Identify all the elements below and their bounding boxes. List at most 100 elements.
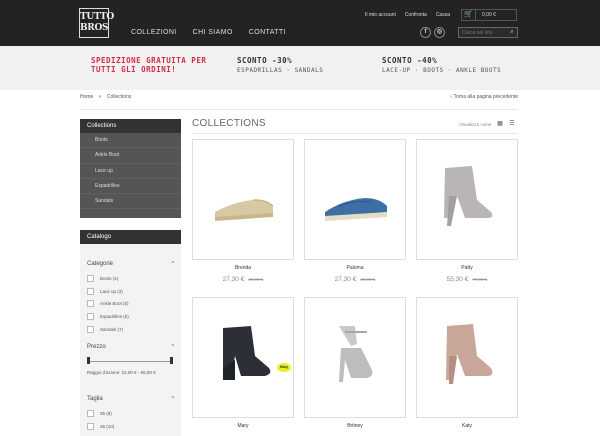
product-badge: Mary xyxy=(277,363,291,372)
current-price: 27,30 € xyxy=(222,276,245,283)
categories-collapse-icon[interactable]: ^ xyxy=(172,261,174,267)
checkbox[interactable] xyxy=(87,326,94,333)
discount-30-subtitle: ESPADRILLAS · SANDALS xyxy=(237,67,324,74)
checkbox[interactable] xyxy=(87,288,94,295)
breadcrumb-separator: » xyxy=(98,94,102,100)
checkbox[interactable] xyxy=(87,410,94,417)
category-filter-sandals[interactable]: Sandals (7) xyxy=(87,326,123,333)
facebook-icon[interactable]: f xyxy=(420,27,431,38)
search-input[interactable] xyxy=(459,29,507,36)
product-image-wedge-black xyxy=(223,326,271,380)
size-filter-36[interactable]: 36 (10) xyxy=(87,423,114,430)
product-price: 27,30 €39,00 € xyxy=(304,276,406,283)
social-links: f ◎ xyxy=(420,27,445,38)
collections-heading: Collections xyxy=(80,119,181,133)
promo-bar: SPEDIZIONE GRATUITA PER TUTTI GLI ORDINI… xyxy=(0,46,600,90)
size-filter-35[interactable]: 35 (8) xyxy=(87,410,112,417)
free-shipping-line2: TUTTI GLI ORDINI! xyxy=(91,65,177,74)
collection-item-espadrilles[interactable]: Espadrilles xyxy=(80,179,181,195)
product-image-espadrille-blue xyxy=(325,198,387,221)
instagram-icon[interactable]: ◎ xyxy=(434,27,445,38)
discount-40-banner: SCONTO -40% LACE-UP · BOOTS · ANKLE BOOT… xyxy=(382,56,501,75)
nav-item-collezioni[interactable]: COLLEZIONI xyxy=(131,29,177,36)
discount-40-title: SCONTO -40% xyxy=(382,56,438,65)
category-filter-espadrilles[interactable]: Espadrilles (5) xyxy=(87,313,129,320)
checkbox[interactable] xyxy=(87,423,94,430)
category-filter-label: Boots (1) xyxy=(100,276,119,281)
product-card[interactable]: Mary xyxy=(192,297,294,418)
categories-filter-title[interactable]: Categorie xyxy=(87,261,113,267)
compare-link[interactable]: Confronta xyxy=(405,12,427,18)
product-card[interactable] xyxy=(304,139,406,260)
collection-item-boots[interactable]: Boots xyxy=(80,133,181,149)
price-slider-min-handle[interactable] xyxy=(87,357,90,364)
checkbox[interactable] xyxy=(87,275,94,282)
product-price: 55,30 €79,00 € xyxy=(416,276,518,283)
back-link-label: Torna alla pagina precedente xyxy=(453,94,519,100)
top-links: Il mio account Confronta Cassa 🛒 0,00 € xyxy=(365,9,600,21)
old-price: 39,00 € xyxy=(360,277,376,282)
size-filter-label: 35 (8) xyxy=(100,411,112,416)
nav-item-contatti[interactable]: CONTATTI xyxy=(249,29,286,36)
grid-view-icon[interactable]: ▦ xyxy=(495,120,505,128)
old-price: 39,00 € xyxy=(248,277,264,282)
product-name[interactable]: Katy xyxy=(416,423,518,429)
product-card[interactable] xyxy=(304,297,406,418)
breadcrumb: Home » Collections ‹ Torna alla pagina p… xyxy=(80,94,518,104)
category-filter-ankle-boot[interactable]: Ankle Boot (5) xyxy=(87,300,129,307)
product-image-bootie-nude xyxy=(446,324,493,384)
price-filter-title[interactable]: Prezzo xyxy=(87,344,106,350)
collections-list: Boots Ankle Boot Lace up Espadrilles San… xyxy=(80,133,181,218)
cart-button[interactable]: 🛒 0,00 € xyxy=(461,9,517,21)
collection-item-sandals[interactable]: Sandals xyxy=(80,194,181,210)
main-nav: COLLEZIONI CHI SIAMO CONTATTI xyxy=(131,29,286,36)
product-card[interactable] xyxy=(416,139,518,260)
discount-30-title: SCONTO -30% xyxy=(237,56,293,65)
product-name[interactable]: Brenda xyxy=(192,265,294,271)
size-filter-title[interactable]: Taglia xyxy=(87,396,103,402)
breadcrumb-home[interactable]: Home xyxy=(80,94,93,100)
checkout-link[interactable]: Cassa xyxy=(436,12,450,18)
category-filter-lace-up[interactable]: Lace up (3) xyxy=(87,288,123,295)
category-filter-label: Ankle Boot (5) xyxy=(100,301,129,306)
back-link[interactable]: ‹ Torna alla pagina precedente xyxy=(451,94,518,100)
size-collapse-icon[interactable]: ^ xyxy=(172,396,174,402)
price-slider-track[interactable] xyxy=(88,361,172,362)
nav-item-chi-siamo[interactable]: CHI SIAMO xyxy=(193,29,233,36)
search-icon[interactable]: ⌕ xyxy=(507,29,517,36)
product-name[interactable]: Britney xyxy=(304,423,406,429)
my-account-link[interactable]: Il mio account xyxy=(365,12,396,18)
size-filter-label: 36 (10) xyxy=(100,424,115,429)
checkbox[interactable] xyxy=(87,313,94,320)
page-title: COLLECTIONS xyxy=(192,118,266,129)
product-name[interactable]: Paloma xyxy=(304,265,406,271)
product-name[interactable]: Patty xyxy=(416,265,518,271)
list-view-icon[interactable]: ☰ xyxy=(507,120,517,128)
old-price: 79,00 € xyxy=(472,277,488,282)
product-image-bootie-grey xyxy=(444,166,493,226)
checkbox[interactable] xyxy=(87,300,94,307)
catalog-heading: Catalogo xyxy=(80,230,181,244)
logo-text-bottom: BROS xyxy=(80,23,109,33)
breadcrumb-current: Collections xyxy=(106,94,132,100)
catalog-filters: Categorie ^ Boots (1) Lace up (3) Ankle … xyxy=(80,244,181,436)
price-slider-max-handle[interactable] xyxy=(170,357,173,364)
product-card[interactable] xyxy=(416,297,518,418)
current-price: 27,30 € xyxy=(334,276,357,283)
collection-item-lace-up[interactable]: Lace up xyxy=(80,164,181,179)
site-logo[interactable]: TUTTO BROS xyxy=(79,8,114,38)
category-filter-label: Espadrilles (5) xyxy=(100,314,129,319)
product-name[interactable]: Mary xyxy=(192,423,294,429)
product-price: 27,30 €39,00 € xyxy=(192,276,294,283)
free-shipping-line1: SPEDIZIONE GRATUITA PER xyxy=(91,56,207,65)
breadcrumb-divider xyxy=(80,109,518,110)
site-header: TUTTO BROS COLLEZIONI CHI SIAMO CONTATTI… xyxy=(0,0,600,46)
collection-item-ankle-boot[interactable]: Ankle Boot xyxy=(80,148,181,164)
product-card[interactable] xyxy=(192,139,294,260)
product-image-espadrille-natural xyxy=(215,199,274,221)
discount-30-banner: SCONTO -30% ESPADRILLAS · SANDALS xyxy=(237,56,323,75)
category-filter-boots[interactable]: Boots (1) xyxy=(87,275,118,282)
price-collapse-icon[interactable]: ^ xyxy=(172,344,174,350)
discount-40-subtitle: LACE-UP · BOOTS · ANKLE BOOTS xyxy=(382,67,502,74)
logo-text-top: TUTTO xyxy=(80,12,114,22)
